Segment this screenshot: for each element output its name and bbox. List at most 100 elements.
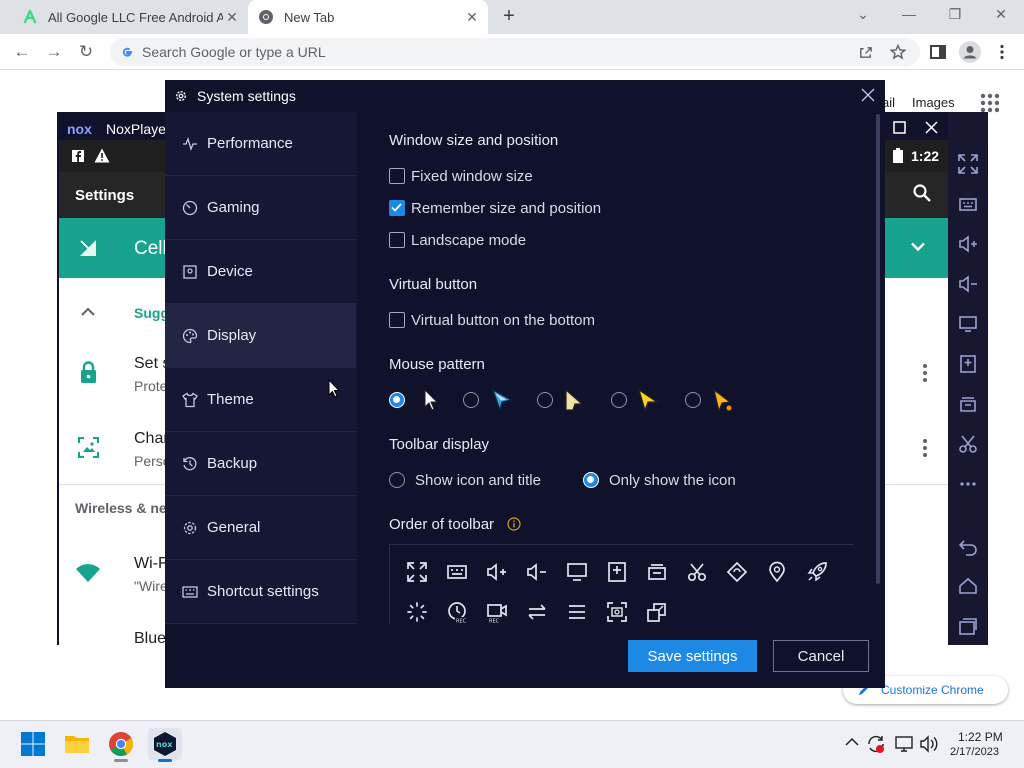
reload-icon[interactable]: ↻ (76, 42, 96, 62)
menu-icon[interactable] (566, 601, 588, 623)
multi-instance-icon[interactable] (958, 394, 978, 414)
forward-icon[interactable]: → (44, 42, 64, 62)
scrollbar[interactable] (876, 114, 880, 584)
volume-up-icon[interactable] (958, 234, 978, 254)
cursor-blue-icon[interactable] (491, 389, 513, 411)
apk-install-icon[interactable] (958, 354, 978, 374)
fullscreen-icon[interactable] (406, 561, 428, 583)
network-icon[interactable] (894, 735, 914, 753)
wifi-icon (76, 564, 100, 582)
windows-start-icon[interactable] (20, 731, 46, 757)
signal-off-icon (80, 240, 96, 256)
info-icon[interactable] (507, 517, 521, 531)
screen-icon[interactable] (566, 561, 588, 583)
video-record-icon[interactable]: REC (486, 601, 508, 623)
nox-maximize-icon[interactable] (893, 121, 906, 134)
back-icon[interactable]: ← (12, 42, 32, 62)
nox-close-icon[interactable] (925, 121, 938, 134)
fullscreen-icon[interactable] (958, 154, 978, 174)
keyboard-icon[interactable] (446, 561, 468, 583)
address-bar[interactable]: Search Google or type a URL (110, 38, 920, 66)
sync-alert-icon[interactable] (866, 734, 886, 754)
scissors-icon[interactable] (958, 434, 978, 454)
volume-up-icon[interactable] (486, 561, 508, 583)
tab-search-icon[interactable]: ⌄ (850, 6, 876, 26)
android-back-icon[interactable] (958, 536, 978, 556)
landscape-mode-label[interactable]: Landscape mode (411, 232, 526, 249)
screenshot-icon[interactable] (606, 601, 628, 623)
profile-avatar[interactable] (959, 41, 981, 63)
minimize-icon[interactable]: — (896, 6, 922, 26)
window-close-icon[interactable]: ✕ (988, 6, 1014, 26)
loading-icon[interactable] (406, 601, 428, 623)
macro-record-icon[interactable]: REC (446, 601, 468, 623)
cursor-yellow-icon[interactable] (637, 389, 659, 411)
rotate-icon[interactable] (726, 561, 748, 583)
android-settings-title: Settings (75, 187, 135, 204)
taskbar-date[interactable]: 2/17/2023 (950, 746, 999, 758)
android-recents-icon[interactable] (958, 616, 978, 636)
cursor-orange-icon[interactable] (712, 389, 734, 413)
close-tab-icon[interactable]: ✕ (224, 9, 240, 25)
cursor-white-icon[interactable] (423, 389, 439, 411)
virtual-button-checkbox[interactable] (389, 312, 405, 328)
dialog-title: System settings (197, 88, 296, 104)
search-icon[interactable] (913, 184, 931, 202)
remember-size-label[interactable]: Remember size and position (411, 200, 601, 217)
sync-icon[interactable] (526, 601, 548, 623)
save-settings-button[interactable]: Save settings (628, 640, 757, 672)
only-icon-radio[interactable] (583, 472, 599, 488)
bookmark-star-icon[interactable] (890, 44, 906, 60)
fixed-window-size-label[interactable]: Fixed window size (411, 168, 533, 185)
apk-install-icon[interactable] (606, 561, 628, 583)
more-vert-icon[interactable] (923, 364, 927, 382)
fixed-window-size-checkbox[interactable] (389, 168, 405, 184)
side-panel-icon[interactable] (930, 44, 946, 60)
cursor-beige-icon[interactable] (564, 389, 584, 411)
google-apps-icon[interactable] (980, 93, 1000, 113)
mouse-pattern-radio-3[interactable] (537, 392, 553, 408)
mouse-pattern-radio-1[interactable] (389, 392, 405, 408)
volume-down-icon[interactable] (958, 274, 978, 294)
screen-icon[interactable] (958, 314, 978, 334)
android-home-icon[interactable] (958, 576, 978, 596)
mouse-pattern-radio-2[interactable] (463, 392, 479, 408)
more-vert-icon[interactable] (923, 439, 927, 457)
rocket-icon[interactable] (806, 561, 828, 583)
new-tab-button[interactable]: + (498, 6, 520, 28)
tab-new-tab[interactable]: New Tab ✕ (248, 0, 488, 34)
multi-window-icon[interactable] (646, 601, 668, 623)
close-icon[interactable] (861, 88, 875, 102)
taskbar-time[interactable]: 1:22 PM (958, 730, 1003, 744)
close-tab-icon[interactable]: ✕ (464, 9, 480, 25)
location-icon[interactable] (766, 561, 788, 583)
virtual-button-label[interactable]: Virtual button on the bottom (411, 312, 595, 329)
restore-icon[interactable]: ❐ (942, 6, 968, 26)
images-link[interactable]: Images (912, 95, 955, 110)
landscape-mode-checkbox[interactable] (389, 232, 405, 248)
scissors-icon[interactable] (686, 561, 708, 583)
chevron-up-icon[interactable] (81, 307, 95, 316)
file-explorer-icon[interactable] (64, 731, 90, 757)
mouse-pattern-radio-5[interactable] (685, 392, 701, 408)
volume-icon[interactable] (919, 735, 939, 753)
multi-instance-icon[interactable] (646, 561, 668, 583)
chrome-taskbar-icon[interactable] (108, 731, 134, 757)
keyboard-icon[interactable] (958, 194, 978, 214)
tab-google-llc[interactable]: All Google LLC Free Android App ✕ (12, 0, 248, 34)
remember-size-checkbox[interactable] (389, 200, 405, 216)
only-icon-label[interactable]: Only show the icon (609, 472, 736, 489)
more-icon[interactable] (958, 474, 978, 494)
nox-taskbar-icon[interactable]: nox (152, 731, 178, 757)
volume-down-icon[interactable] (526, 561, 548, 583)
mouse-pattern-radio-4[interactable] (611, 392, 627, 408)
more-menu-icon[interactable] (999, 44, 1005, 60)
sidebar-item-label: Backup (207, 455, 258, 472)
chevron-down-icon[interactable] (911, 242, 925, 252)
share-icon[interactable] (858, 45, 873, 60)
cancel-button[interactable]: Cancel (773, 640, 869, 672)
chevron-up-icon[interactable] (845, 737, 859, 747)
show-icon-title-radio[interactable] (389, 472, 405, 488)
tab-title: All Google LLC Free Android App (48, 9, 223, 25)
show-icon-title-label[interactable]: Show icon and title (415, 472, 541, 489)
